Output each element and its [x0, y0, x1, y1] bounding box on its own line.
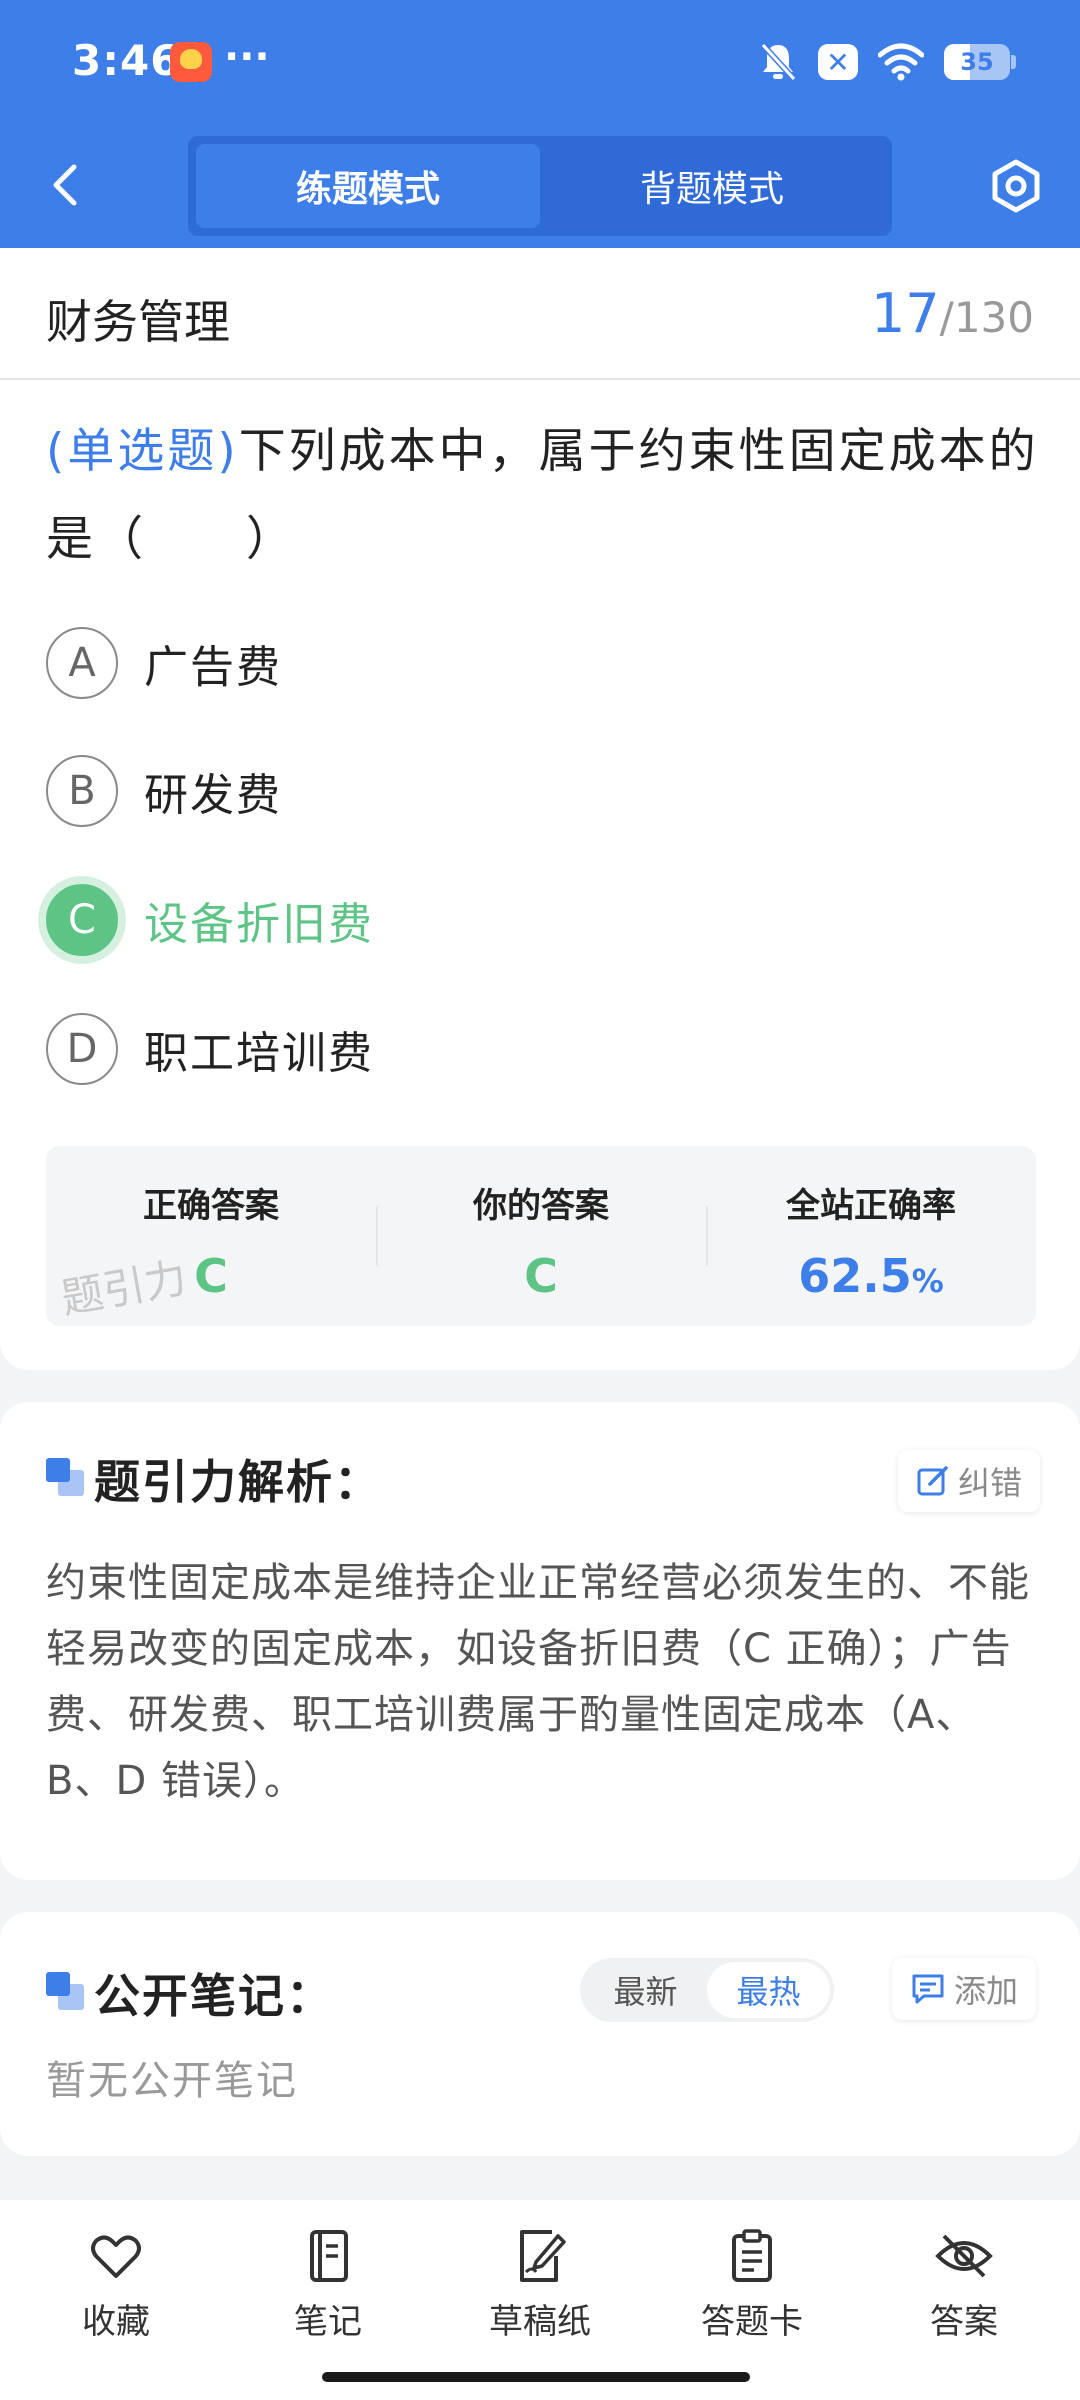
subject-row: 财务管理 17/130: [0, 248, 1080, 380]
analysis-title: 题引力解析：: [94, 1455, 382, 1509]
option-letter: B: [46, 755, 118, 827]
shopping-app-icon: [170, 42, 212, 82]
option-b[interactable]: B 研发费: [46, 751, 1036, 831]
option-letter: D: [46, 1013, 118, 1085]
stat-value: 62.5%: [798, 1249, 944, 1303]
rate-unit: %: [911, 1262, 944, 1300]
report-error-label: 纠错: [958, 1464, 1023, 1502]
option-letter: C: [46, 884, 118, 956]
nav-label: 笔记: [294, 2302, 362, 2342]
nav-draft[interactable]: 草稿纸: [434, 2200, 646, 2400]
empty-notes-text: 暂无公开笔记: [46, 2058, 298, 2104]
nav-answer-sheet[interactable]: 答题卡: [646, 2200, 858, 2400]
clipboard-icon: [732, 2229, 772, 2282]
stat-label: 全站正确率: [786, 1186, 956, 1226]
home-indicator[interactable]: [322, 2372, 750, 2382]
tab-memorize-mode[interactable]: 背题模式: [540, 144, 884, 228]
tab-practice-mode[interactable]: 练题模式: [196, 144, 540, 228]
option-text: 广告费: [144, 642, 282, 693]
subject-title: 财务管理: [46, 295, 230, 349]
notebook-icon: [310, 2230, 348, 2282]
mode-switch: 练题模式 背题模式: [188, 136, 892, 236]
stat-label: 你的答案: [473, 1186, 609, 1226]
question-card: 财务管理 17/130 (单选题)下列成本中，属于约束性固定成本的是（ ） A …: [0, 248, 1080, 1370]
nav-notes[interactable]: 笔记: [222, 2200, 434, 2400]
option-text: 职工培训费: [144, 1028, 374, 1079]
nav-answer[interactable]: 答案: [858, 2200, 1070, 2400]
draft-pen-icon: [520, 2230, 566, 2282]
notes-card: 公开笔记： 最新 最热 添加 暂无公开笔记: [0, 1912, 1080, 2156]
close-badge-icon: ✕: [818, 44, 858, 80]
nav-label: 答题卡: [701, 2302, 803, 2342]
analysis-card: 题引力解析： 纠错 约束性固定成本是维持企业正常经营必须发生的、不能轻易改变的固…: [0, 1402, 1080, 1880]
option-d[interactable]: D 职工培训费: [46, 1009, 1036, 1089]
section-squares-icon: [46, 1972, 84, 2010]
status-bar: 3:46 ··· ✕ 35: [0, 0, 1080, 125]
option-c[interactable]: C 设备折旧费: [46, 880, 1036, 960]
section-squares-icon: [46, 1458, 84, 1496]
nav-favorite[interactable]: 收藏: [10, 2200, 222, 2400]
analysis-text: 约束性固定成本是维持企业正常经营必须发生的、不能轻易改变的固定成本，如设备折旧费…: [46, 1560, 1030, 1804]
question-type: (单选题): [46, 424, 239, 479]
rate-number: 62.5: [798, 1249, 912, 1303]
eye-off-icon: [935, 2234, 993, 2278]
comment-icon: [912, 1974, 944, 2004]
option-letter: A: [46, 627, 118, 699]
nav-label: 草稿纸: [489, 2302, 591, 2342]
stat-label: 正确答案: [143, 1186, 279, 1226]
add-note-button[interactable]: 添加: [892, 1958, 1037, 2020]
status-time: 3:46: [72, 36, 181, 85]
option-a[interactable]: A 广告费: [46, 623, 1036, 703]
nav-label: 答案: [930, 2302, 998, 2342]
report-error-button[interactable]: 纠错: [898, 1450, 1041, 1512]
back-arrow-icon[interactable]: [40, 155, 92, 215]
stat-value: C: [524, 1249, 558, 1303]
option-text: 设备折旧费: [144, 899, 374, 950]
more-notifications-icon: ···: [224, 34, 270, 80]
notes-title: 公开笔记：: [94, 1969, 334, 2023]
your-answer-stat: 你的答案 C: [376, 1146, 706, 1326]
progress-total: /130: [939, 293, 1034, 342]
settings-hexagon-icon[interactable]: [986, 156, 1046, 216]
progress-current: 17: [870, 282, 940, 345]
sort-latest[interactable]: 最新: [584, 1962, 707, 2018]
heart-icon: [91, 2235, 141, 2278]
wifi-icon: [878, 43, 924, 81]
sort-hottest[interactable]: 最热: [707, 1962, 830, 2018]
notes-sort-switch: 最新 最热: [580, 1958, 834, 2022]
site-accuracy-stat: 全站正确率 62.5%: [706, 1146, 1036, 1326]
add-note-label: 添加: [954, 1972, 1019, 2010]
stat-value: C: [194, 1249, 228, 1303]
battery-icon: 35: [944, 44, 1016, 80]
status-icons: ✕ 35: [758, 40, 1016, 84]
question-text: (单选题)下列成本中，属于约束性固定成本的是（ ）: [46, 408, 1046, 584]
app-header: 3:46 ··· ✕ 35 练题模式 背题模式: [0, 0, 1080, 248]
question-progress[interactable]: 17/130: [871, 282, 1034, 345]
edit-icon: [917, 1466, 948, 1496]
bell-off-icon: [760, 42, 797, 82]
battery-level: 35: [960, 48, 994, 76]
bottom-toolbar: 收藏 笔记 草稿纸 答题卡 答案: [0, 2200, 1080, 2400]
nav-label: 收藏: [82, 2302, 150, 2342]
answer-stats: 正确答案 C 你的答案 C 全站正确率 62.5%: [46, 1146, 1036, 1326]
option-text: 研发费: [144, 770, 282, 821]
